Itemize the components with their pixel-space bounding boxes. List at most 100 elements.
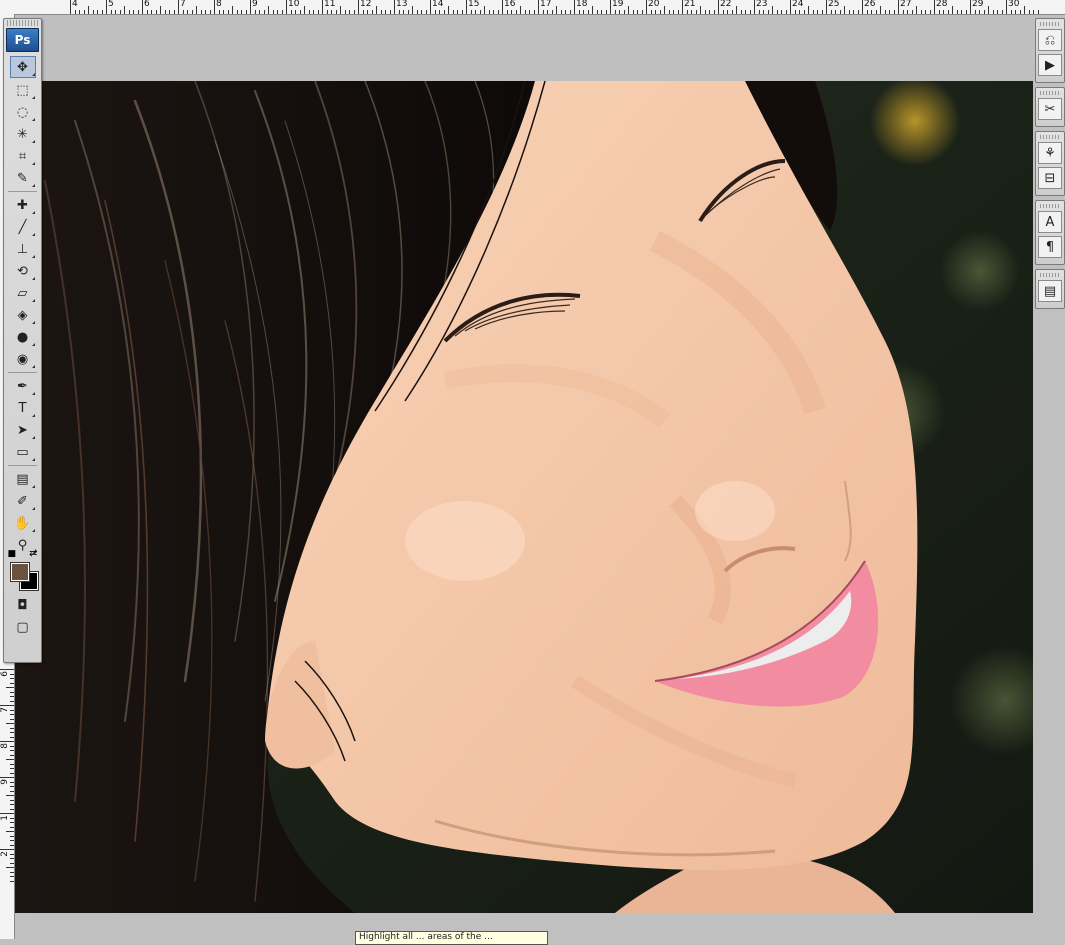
ruler-tick bbox=[466, 0, 467, 14]
ruler-minor-tick bbox=[10, 781, 14, 783]
type-tool[interactable]: T bbox=[11, 398, 35, 418]
actions-play-panel-button[interactable]: ▶ bbox=[1038, 54, 1062, 76]
ruler-minor-tick bbox=[83, 10, 85, 14]
ruler-minor-tick bbox=[79, 10, 80, 14]
ruler-minor-tick bbox=[6, 723, 14, 724]
ruler-minor-tick bbox=[448, 6, 449, 14]
ruler-minor-tick bbox=[88, 6, 89, 14]
ruler-minor-tick bbox=[893, 10, 895, 14]
color-sampler-tool[interactable]: ✐ bbox=[11, 491, 35, 511]
ruler-minor-tick bbox=[596, 10, 598, 14]
ruler-minor-tick bbox=[290, 10, 292, 14]
layer-comps-panel-button[interactable]: ▤ bbox=[1038, 280, 1062, 302]
dock-panel-group: ⚘ ⊟ bbox=[1035, 131, 1065, 196]
flyout-indicator bbox=[31, 118, 35, 121]
ruler-minor-tick bbox=[326, 10, 328, 14]
ruler-minor-tick bbox=[650, 10, 652, 14]
panel-grip[interactable] bbox=[7, 20, 38, 26]
ruler-tick bbox=[358, 0, 359, 14]
pen-tool[interactable]: ✒ bbox=[11, 376, 35, 396]
ruler-minor-tick bbox=[349, 10, 350, 14]
marquee-tool[interactable]: ⬚ bbox=[11, 80, 35, 100]
tool-presets-panel-button[interactable]: ✂ bbox=[1038, 98, 1062, 120]
character-panel-button[interactable]: A bbox=[1038, 211, 1062, 233]
ruler-label: 9 bbox=[0, 779, 10, 785]
ruler-minor-tick bbox=[421, 10, 422, 14]
panel-grip[interactable] bbox=[1040, 273, 1060, 277]
ruler-minor-tick bbox=[10, 835, 14, 837]
eraser-tool[interactable]: ▱ bbox=[11, 283, 35, 303]
healing-brush-tool[interactable]: ✚ bbox=[11, 195, 35, 215]
ruler-minor-tick bbox=[808, 6, 809, 14]
ruler-minor-tick bbox=[254, 10, 256, 14]
ruler-minor-tick bbox=[839, 10, 841, 14]
photoshop-logo[interactable]: Ps bbox=[6, 28, 39, 52]
panel-grip[interactable] bbox=[1040, 22, 1060, 26]
screen-mode-button[interactable]: ▢ bbox=[11, 617, 35, 637]
ruler-minor-tick bbox=[232, 6, 233, 14]
hand-icon: ✋ bbox=[14, 515, 31, 531]
brush-tool[interactable]: ╱ bbox=[11, 217, 35, 237]
blur-tool[interactable]: ● bbox=[11, 327, 35, 347]
clone-source-panel-button[interactable]: ⊟ bbox=[1038, 167, 1062, 189]
foreground-color-swatch[interactable] bbox=[9, 562, 30, 582]
ruler-minor-tick bbox=[587, 10, 589, 14]
ruler-minor-tick bbox=[331, 10, 332, 14]
flyout-indicator bbox=[31, 485, 35, 488]
ruler-minor-tick bbox=[997, 10, 998, 14]
dodge-tool[interactable]: ◉ bbox=[11, 349, 35, 369]
ruler-minor-tick bbox=[398, 10, 400, 14]
ruler-minor-tick bbox=[772, 6, 773, 14]
panel-grip[interactable] bbox=[1040, 91, 1060, 95]
ruler-tick bbox=[430, 0, 431, 14]
ruler-minor-tick bbox=[853, 10, 854, 14]
swap-colors-icon[interactable]: ⇄ bbox=[29, 548, 37, 559]
magic-wand-tool[interactable]: ✳ bbox=[11, 124, 35, 144]
clone-stamp-tool[interactable]: ⊥ bbox=[11, 239, 35, 259]
ruler-minor-tick bbox=[700, 6, 701, 14]
horizontal-ruler[interactable]: 4 5 6 7 8 9 10 11 12 13 14 15 16 17 18 19 20 21 22 23 24 25 26… bbox=[0, 0, 1065, 15]
ruler-label: 7 bbox=[180, 0, 186, 9]
move-tool[interactable]: ✥ bbox=[9, 56, 36, 78]
ruler-minor-tick bbox=[223, 10, 224, 14]
document-canvas[interactable] bbox=[15, 81, 1033, 913]
ruler-label: 11 bbox=[324, 0, 336, 9]
shape-tool[interactable]: ▭ bbox=[11, 442, 35, 462]
ruler-minor-tick bbox=[601, 10, 602, 14]
ruler-minor-tick bbox=[10, 691, 14, 693]
ruler-minor-tick bbox=[857, 10, 859, 14]
ruler-tick bbox=[214, 0, 215, 14]
ruler-minor-tick bbox=[479, 10, 481, 14]
dock-panel-group: ▤ bbox=[1035, 269, 1065, 309]
ruler-label: 28 bbox=[936, 0, 948, 9]
paragraph-panel-button[interactable]: ¶ bbox=[1038, 236, 1062, 258]
paint-bucket-tool[interactable]: ◈ bbox=[11, 305, 35, 325]
history-panel-button[interactable]: ⎌ bbox=[1038, 29, 1062, 51]
history-brush-tool[interactable]: ⟲ bbox=[11, 261, 35, 281]
ruler-tick bbox=[502, 0, 503, 14]
panel-grip[interactable] bbox=[1040, 135, 1060, 139]
ruler-minor-tick bbox=[848, 10, 850, 14]
panel-grip[interactable] bbox=[1040, 204, 1060, 208]
path-selection-tool[interactable]: ➤ bbox=[11, 420, 35, 440]
ruler-label: 6 bbox=[0, 671, 10, 677]
brushes-panel-button[interactable]: ⚘ bbox=[1038, 142, 1062, 164]
ruler-minor-tick bbox=[605, 10, 607, 14]
quick-mask-button[interactable]: ◘ bbox=[11, 595, 35, 615]
marquee-icon: ⬚ bbox=[16, 82, 29, 98]
crop-tool[interactable]: ⌗ bbox=[11, 146, 35, 166]
notes-tool[interactable]: ▤ bbox=[11, 469, 35, 489]
quick-mask-icon: ◘ bbox=[17, 597, 28, 613]
ruler-minor-tick bbox=[227, 10, 229, 14]
ruler-label: 21 bbox=[684, 0, 696, 9]
ruler-minor-tick bbox=[979, 10, 980, 14]
hand-tool[interactable]: ✋ bbox=[11, 513, 35, 533]
default-colors-icon[interactable]: ■ bbox=[8, 549, 17, 559]
ruler-minor-tick bbox=[794, 10, 796, 14]
ruler-minor-tick bbox=[10, 826, 14, 828]
eyedropper-tool[interactable]: ✎ bbox=[11, 168, 35, 188]
ruler-minor-tick bbox=[1037, 10, 1039, 14]
ruler-minor-tick bbox=[389, 10, 391, 14]
lasso-tool[interactable]: ◌ bbox=[11, 102, 35, 122]
ruler-minor-tick bbox=[10, 673, 14, 675]
